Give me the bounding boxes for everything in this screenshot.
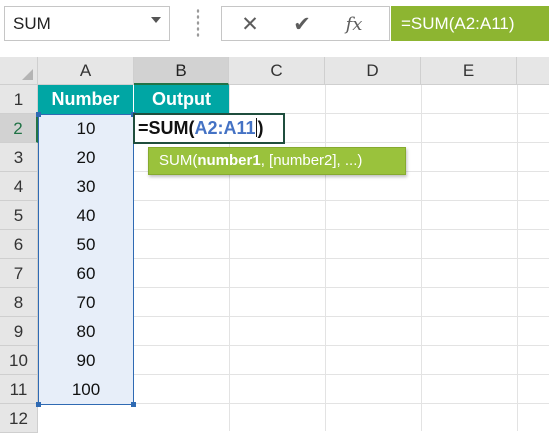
tooltip-function: SUM(: [159, 152, 198, 169]
row-header-2[interactable]: 2: [0, 114, 38, 143]
formula-range-ref: A2:A11: [194, 118, 256, 138]
checkmark-icon[interactable]: ✔: [290, 13, 314, 37]
select-all-triangle-icon: [22, 69, 33, 80]
row-header-3[interactable]: 3: [0, 143, 38, 172]
tooltip-rest: , [number2], ...): [260, 152, 363, 169]
insert-function-icon[interactable]: fx: [342, 13, 366, 37]
formula-input[interactable]: =SUM(A2:A11): [391, 6, 549, 41]
row-header-5[interactable]: 5: [0, 201, 38, 230]
formula-bar-separator: [196, 8, 200, 38]
formula-bar: SUM ✕ ✔ fx =SUM(A2:A11): [0, 0, 549, 48]
range-handle[interactable]: [36, 402, 41, 407]
row-header-1[interactable]: 1: [0, 85, 38, 114]
cell-b2-editor[interactable]: =SUM(A2:A11): [133, 113, 285, 144]
row-header-10[interactable]: 10: [0, 346, 38, 375]
range-handle[interactable]: [36, 112, 41, 117]
cell-b1[interactable]: Output: [134, 85, 229, 114]
row-header-12[interactable]: 12: [0, 404, 38, 433]
function-argument-tooltip[interactable]: SUM(number1, [number2], ...): [148, 147, 406, 175]
formula-actions: ✕ ✔ fx: [221, 6, 390, 41]
referenced-range-outline: [38, 114, 134, 405]
range-handle[interactable]: [131, 402, 136, 407]
row-header-6[interactable]: 6: [0, 230, 38, 259]
select-all-corner[interactable]: [0, 57, 38, 85]
chevron-down-icon[interactable]: [151, 17, 161, 23]
row-header-9[interactable]: 9: [0, 317, 38, 346]
tooltip-current-arg[interactable]: number1: [197, 152, 260, 169]
column-header-c[interactable]: C: [229, 57, 325, 85]
column-header-d[interactable]: D: [325, 57, 421, 85]
name-box[interactable]: SUM: [4, 6, 170, 41]
cancel-x-icon[interactable]: ✕: [238, 13, 262, 37]
column-header-e[interactable]: E: [421, 57, 517, 85]
row-header-7[interactable]: 7: [0, 259, 38, 288]
text-cursor: [255, 118, 257, 137]
formula-prefix: =SUM(: [138, 118, 195, 138]
cell-a1[interactable]: Number: [38, 85, 133, 114]
name-box-value: SUM: [13, 14, 51, 33]
column-header-b[interactable]: B: [134, 57, 229, 85]
row-header-4[interactable]: 4: [0, 172, 38, 201]
row-header-8[interactable]: 8: [0, 288, 38, 317]
column-header-a[interactable]: A: [38, 57, 134, 85]
column-header-f[interactable]: [517, 57, 549, 85]
row-header-11[interactable]: 11: [0, 375, 38, 404]
formula-suffix: ): [257, 118, 264, 138]
